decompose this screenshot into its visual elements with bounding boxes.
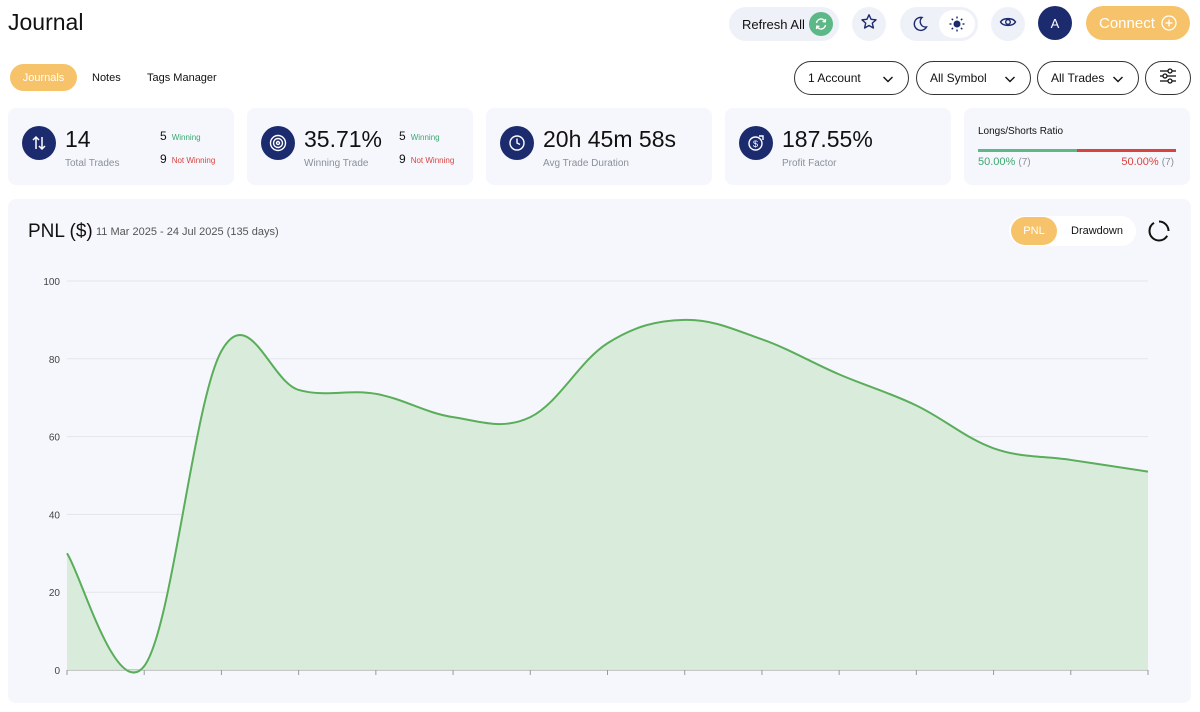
not-winning-label: Not Winning: [171, 156, 216, 165]
not-winning-count: 9: [399, 152, 406, 166]
account-select-value: 1 Account: [808, 71, 861, 85]
y-tick-label: 40: [49, 510, 61, 521]
chevron-down-icon: [1004, 73, 1016, 83]
tab-notes[interactable]: Notes: [92, 64, 121, 91]
dollar-growth-icon: $: [739, 126, 773, 160]
pnl-chart-panel: PNL ($) 11 Mar 2025 - 24 Jul 2025 (135 d…: [8, 199, 1191, 703]
winning-trade-value: 35.71%: [304, 126, 383, 152]
winning-count: 5: [399, 129, 406, 143]
connect-label: Connect: [1099, 14, 1155, 32]
y-tick-label: 80: [49, 355, 61, 366]
pnl-area-fill: [67, 319, 1148, 673]
symbol-select[interactable]: All Symbol: [916, 61, 1031, 95]
moon-icon[interactable]: [908, 12, 932, 36]
sync-icon: [809, 12, 833, 36]
y-tick-label: 20: [49, 588, 61, 599]
profit-factor-label: Profit Factor: [782, 158, 837, 169]
winning-label: Winning: [410, 133, 440, 142]
connect-button[interactable]: Connect: [1086, 6, 1190, 40]
theme-toggle[interactable]: [900, 7, 978, 41]
not-winning-label: Not Winning: [410, 156, 455, 165]
arrows-updown-icon: [22, 126, 56, 160]
pnl-area-chart: 0 20 40 60 80 100: [43, 277, 1149, 677]
profit-factor-value: 187.55%: [782, 126, 873, 152]
symbol-select-value: All Symbol: [930, 71, 987, 85]
sliders-icon: [1159, 67, 1177, 89]
visibility-button[interactable]: [991, 7, 1025, 41]
long-short-ratio-card: Longs/Shorts Ratio 50.00% (7) 50.00% (7): [964, 108, 1190, 185]
winning-trade-label: Winning Trade: [304, 158, 369, 169]
winning-count-row: 5 Winning: [160, 129, 201, 143]
trades-select-value: All Trades: [1051, 71, 1105, 85]
y-tick-label: 0: [54, 666, 60, 677]
svg-text:$: $: [753, 139, 758, 149]
ratio-bar: [978, 149, 1176, 152]
profit-factor-card: $ 187.55% Profit Factor: [725, 108, 951, 185]
winning-count: 5: [160, 129, 167, 143]
total-trades-value: 14: [65, 126, 91, 152]
not-winning-count-row: 9 Not Winning: [160, 152, 215, 166]
not-winning-count: 9: [160, 152, 167, 166]
short-pct: 50.00%: [1121, 156, 1159, 168]
avatar[interactable]: A: [1038, 6, 1072, 40]
not-winning-count-row: 9 Not Winning: [399, 152, 454, 166]
account-select[interactable]: 1 Account: [794, 61, 909, 95]
long-count: (7): [1018, 157, 1031, 168]
short-ratio: 50.00% (7): [1121, 156, 1174, 168]
favorites-button[interactable]: [852, 7, 886, 41]
eye-icon: [999, 13, 1017, 36]
target-icon: [261, 126, 295, 160]
avg-duration-value: 20h 45m 58s: [543, 126, 676, 152]
ratio-bar-long: [978, 149, 1077, 152]
star-icon: [860, 13, 878, 36]
winning-trade-card: 35.71% Winning Trade 5 Winning 9 Not Win…: [247, 108, 473, 185]
y-tick-label: 60: [49, 433, 61, 444]
refresh-all-button[interactable]: Refresh All: [729, 7, 839, 41]
chevron-down-icon: [882, 73, 894, 83]
long-pct: 50.00%: [978, 156, 1016, 168]
avg-duration-card: 20h 45m 58s Avg Trade Duration: [486, 108, 712, 185]
tab-tags-manager[interactable]: Tags Manager: [147, 64, 217, 91]
y-tick-label: 100: [43, 277, 60, 288]
clock-icon: [500, 126, 534, 160]
page-title: Journal: [8, 9, 84, 35]
refresh-all-label: Refresh All: [742, 16, 805, 32]
plus-circle-icon: [1161, 15, 1177, 31]
winning-count-row: 5 Winning: [399, 129, 440, 143]
winning-label: Winning: [171, 133, 201, 142]
tab-journals[interactable]: Journals: [10, 64, 77, 91]
long-ratio: 50.00% (7): [978, 156, 1031, 168]
total-trades-card: 14 Total Trades 5 Winning 9 Not Winning: [8, 108, 234, 185]
trades-select[interactable]: All Trades: [1037, 61, 1139, 95]
filter-settings-button[interactable]: [1145, 61, 1191, 95]
total-trades-label: Total Trades: [65, 158, 120, 169]
sun-icon[interactable]: [939, 10, 975, 38]
chevron-down-icon: [1112, 73, 1124, 83]
ratio-title: Longs/Shorts Ratio: [978, 126, 1064, 137]
short-count: (7): [1161, 157, 1174, 168]
avg-duration-label: Avg Trade Duration: [543, 158, 629, 169]
